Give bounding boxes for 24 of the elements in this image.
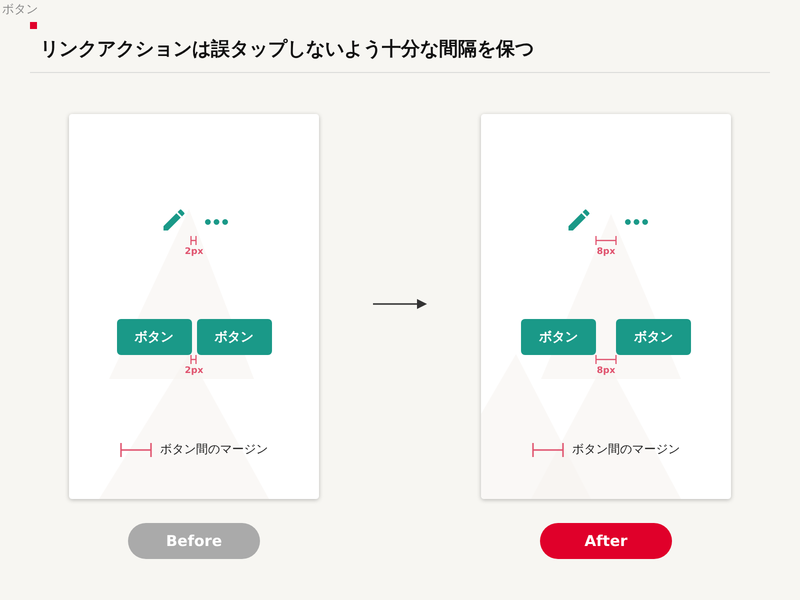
spacing-indicator-icon xyxy=(190,236,198,245)
margin-legend-icon xyxy=(120,442,152,456)
legend-text: ボタン間のマージン xyxy=(572,441,680,458)
more-icon[interactable] xyxy=(205,219,228,225)
section-label: ボタン xyxy=(2,1,38,18)
sample-button[interactable]: ボタン xyxy=(196,319,272,355)
state-label: Before xyxy=(128,523,260,559)
spacing-indicator-icon xyxy=(595,236,617,245)
sample-button[interactable]: ボタン xyxy=(116,319,192,355)
page-title: リンクアクションは誤タップしないよう十分な間隔を保つ xyxy=(40,37,534,62)
sample-button[interactable]: ボタン xyxy=(616,319,691,355)
spacing-label: 2px xyxy=(184,247,204,257)
legend-text: ボタン間のマージン xyxy=(160,441,268,458)
state-label: After xyxy=(540,523,672,559)
sample-button[interactable]: ボタン xyxy=(521,319,596,355)
spacing-indicator-icon xyxy=(595,355,617,364)
arrow-icon xyxy=(373,298,427,310)
accent-square-icon xyxy=(30,22,37,29)
spacing-label: 8px xyxy=(596,366,616,376)
spacing-label: 2px xyxy=(184,366,204,376)
margin-legend-icon xyxy=(532,442,564,456)
spacing-label: 8px xyxy=(596,247,616,257)
more-icon[interactable] xyxy=(624,219,648,225)
spacing-indicator-icon xyxy=(190,355,198,364)
